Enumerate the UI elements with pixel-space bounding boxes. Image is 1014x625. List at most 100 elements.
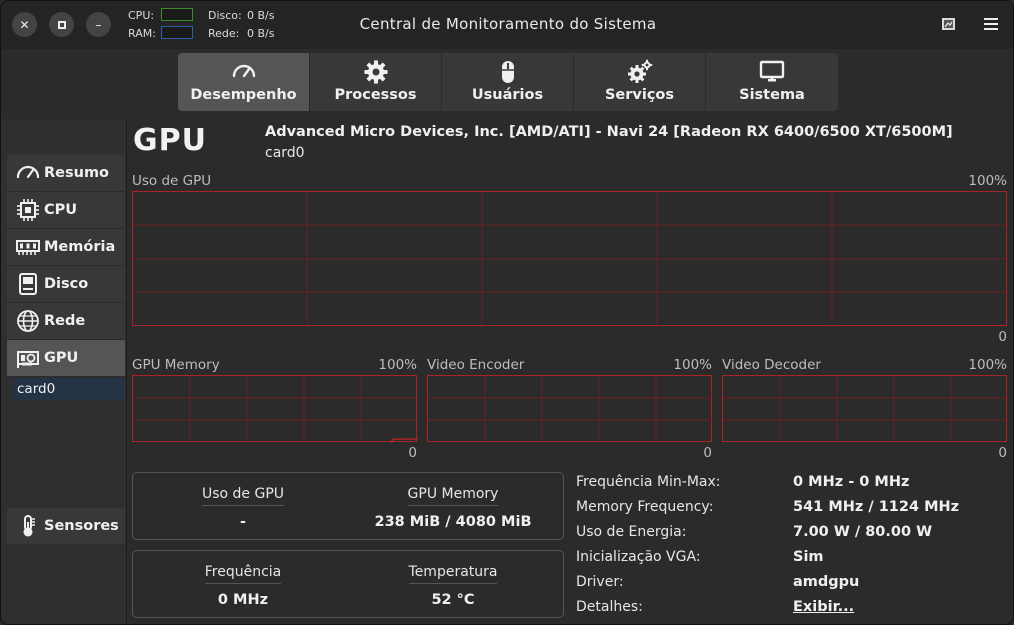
gpu-usage-graph [132, 191, 1008, 327]
gpu-memory-graph-min: 0 [408, 445, 417, 461]
video-decoder-graph [722, 375, 1008, 443]
sidebar-item-cpu[interactable]: CPU [7, 192, 125, 229]
stat-value: 52 °C [431, 592, 475, 608]
sidebar-item-label: Rede [44, 313, 86, 329]
video-encoder-graph-label: Video Encoder [427, 357, 525, 373]
sidebar-item-rede[interactable]: Rede [7, 303, 125, 340]
video-encoder-graph [427, 375, 713, 443]
gpu-memory-graph-max: 100% [378, 357, 417, 373]
gpu-icon [17, 351, 39, 368]
gpu-memory-graph-label: GPU Memory [132, 357, 220, 373]
temperature-stat: Temperatura 52 °C [353, 561, 553, 608]
net-mini-value: 0 B/s [247, 27, 275, 40]
net-mini-label: Rede: [208, 27, 240, 40]
thermometer-icon [23, 515, 35, 537]
info-value-driver: amdgpu [793, 574, 860, 590]
sidebar-item-label: CPU [44, 202, 78, 218]
gear-icon [364, 60, 387, 84]
video-decoder-graph-label: Video Decoder [722, 357, 821, 373]
tab-label: Sistema [739, 87, 805, 103]
globe-icon [17, 310, 39, 332]
sidebar-item-gpu[interactable]: GPU [7, 340, 125, 377]
gpu-usage-graph-min: 0 [998, 329, 1007, 345]
menu-line [984, 23, 998, 25]
info-value-frequency-min-max: 0 MHz - 0 MHz [793, 474, 910, 490]
video-encoder-grid [428, 376, 713, 443]
sidebar-item-label: Disco [44, 276, 89, 292]
gpu-usage-graph-label: Uso de GPU [132, 173, 212, 189]
sidebar-item-label: Sensores [44, 518, 119, 534]
tab-usuarios[interactable]: Usuários [442, 53, 574, 111]
disk-mini-value: 0 B/s [247, 9, 275, 22]
minimize-button[interactable]: – [86, 12, 111, 37]
sidebar-item-label: Memória [44, 239, 116, 255]
info-key-power-usage: Uso de Energia: [576, 524, 687, 540]
ram-mini-label: RAM: [128, 27, 156, 40]
gpu-memory-usage-line [390, 438, 418, 443]
memory-icon [16, 240, 40, 255]
sidebar-item-disco[interactable]: Disco [7, 266, 125, 303]
tab-label: Usuários [471, 87, 544, 103]
close-button[interactable]: ✕ [12, 12, 37, 37]
stat-value: - [239, 514, 247, 530]
info-key-memory-frequency: Memory Frequency: [576, 499, 714, 515]
tab-processos[interactable]: Processos [310, 53, 442, 111]
info-value-power-usage: 7.00 W / 80.00 W [793, 524, 933, 540]
tab-label: Processos [334, 87, 417, 103]
minimize-icon: – [95, 17, 102, 32]
menu-line [984, 28, 998, 30]
stat-title: Frequência [204, 564, 282, 584]
gears-icon [627, 59, 652, 83]
video-encoder-graph-min: 0 [703, 445, 712, 461]
sidebar: Resumo CPU Memória Disco Rede GPU card0 … [1, 119, 127, 624]
tab-label: Serviços [604, 87, 675, 103]
stat-title: Uso de GPU [201, 486, 285, 506]
gpu-model-name: Advanced Micro Devices, Inc. [AMD/ATI] -… [265, 124, 953, 140]
sidebar-item-resumo[interactable]: Resumo [7, 155, 125, 192]
maximize-icon [57, 20, 66, 29]
video-encoder-graph-max: 100% [673, 357, 712, 373]
cpu-mini-label: CPU: [128, 9, 155, 22]
sidebar-subitem-card0[interactable]: card0 [14, 378, 125, 400]
title-bar: ✕ – CPU: RAM: Disco: 0 B/s Rede: 0 B/s C… [1, 1, 1013, 49]
info-key-vga-boot: Inicialização VGA: [576, 549, 701, 565]
gpu-usage-grid [133, 192, 1008, 327]
disk-icon [19, 273, 37, 295]
frequency-stat: Frequência 0 MHz [143, 561, 343, 608]
gpu-device-name: card0 [265, 145, 305, 161]
sensor-stats-box: Frequência 0 MHz Temperatura 52 °C [132, 550, 564, 618]
mouse-icon [501, 61, 514, 83]
tab-desempenho[interactable]: Desempenho [178, 53, 310, 111]
details-show-link[interactable]: Exibir... [793, 599, 854, 615]
cpu-icon [17, 199, 39, 221]
maximize-button[interactable] [49, 12, 74, 37]
sidebar-item-sensores[interactable]: Sensores [7, 508, 125, 545]
hamburger-menu-button[interactable] [979, 14, 1003, 36]
info-value-memory-frequency: 541 MHz / 1124 MHz [793, 499, 960, 515]
cpu-mini-graph [161, 8, 193, 21]
stat-title: Temperatura [408, 564, 498, 584]
tab-servicos[interactable]: Serviços [574, 53, 706, 111]
gpu-memory-grid [133, 376, 418, 443]
video-decoder-graph-max: 100% [968, 357, 1007, 373]
main-tabs: Desempenho Processos Usuários Serviços S… [178, 53, 838, 111]
gauge-icon [16, 165, 40, 179]
tab-sistema[interactable]: Sistema [706, 53, 838, 111]
video-decoder-grid [723, 376, 1008, 443]
disk-mini-label: Disco: [208, 9, 242, 22]
info-key-driver: Driver: [576, 574, 624, 590]
info-key-frequency-min-max: Frequência Min-Max: [576, 474, 721, 490]
sidebar-item-memoria[interactable]: Memória [7, 229, 125, 266]
usage-stats-box: Uso de GPU - GPU Memory 238 MiB / 4080 M… [132, 472, 564, 540]
info-key-details: Detalhes: [576, 599, 643, 615]
video-decoder-graph-min: 0 [998, 445, 1007, 461]
menu-line [984, 18, 998, 20]
app-icon[interactable] [941, 16, 957, 32]
tab-label: Desempenho [190, 87, 297, 103]
monitor-icon [759, 60, 785, 82]
gpu-memory-graph [132, 375, 418, 443]
ram-mini-graph [161, 26, 193, 39]
page-title: GPU [133, 123, 207, 158]
sidebar-item-label: Resumo [44, 165, 110, 181]
gpu-memory-stat: GPU Memory 238 MiB / 4080 MiB [353, 483, 553, 530]
